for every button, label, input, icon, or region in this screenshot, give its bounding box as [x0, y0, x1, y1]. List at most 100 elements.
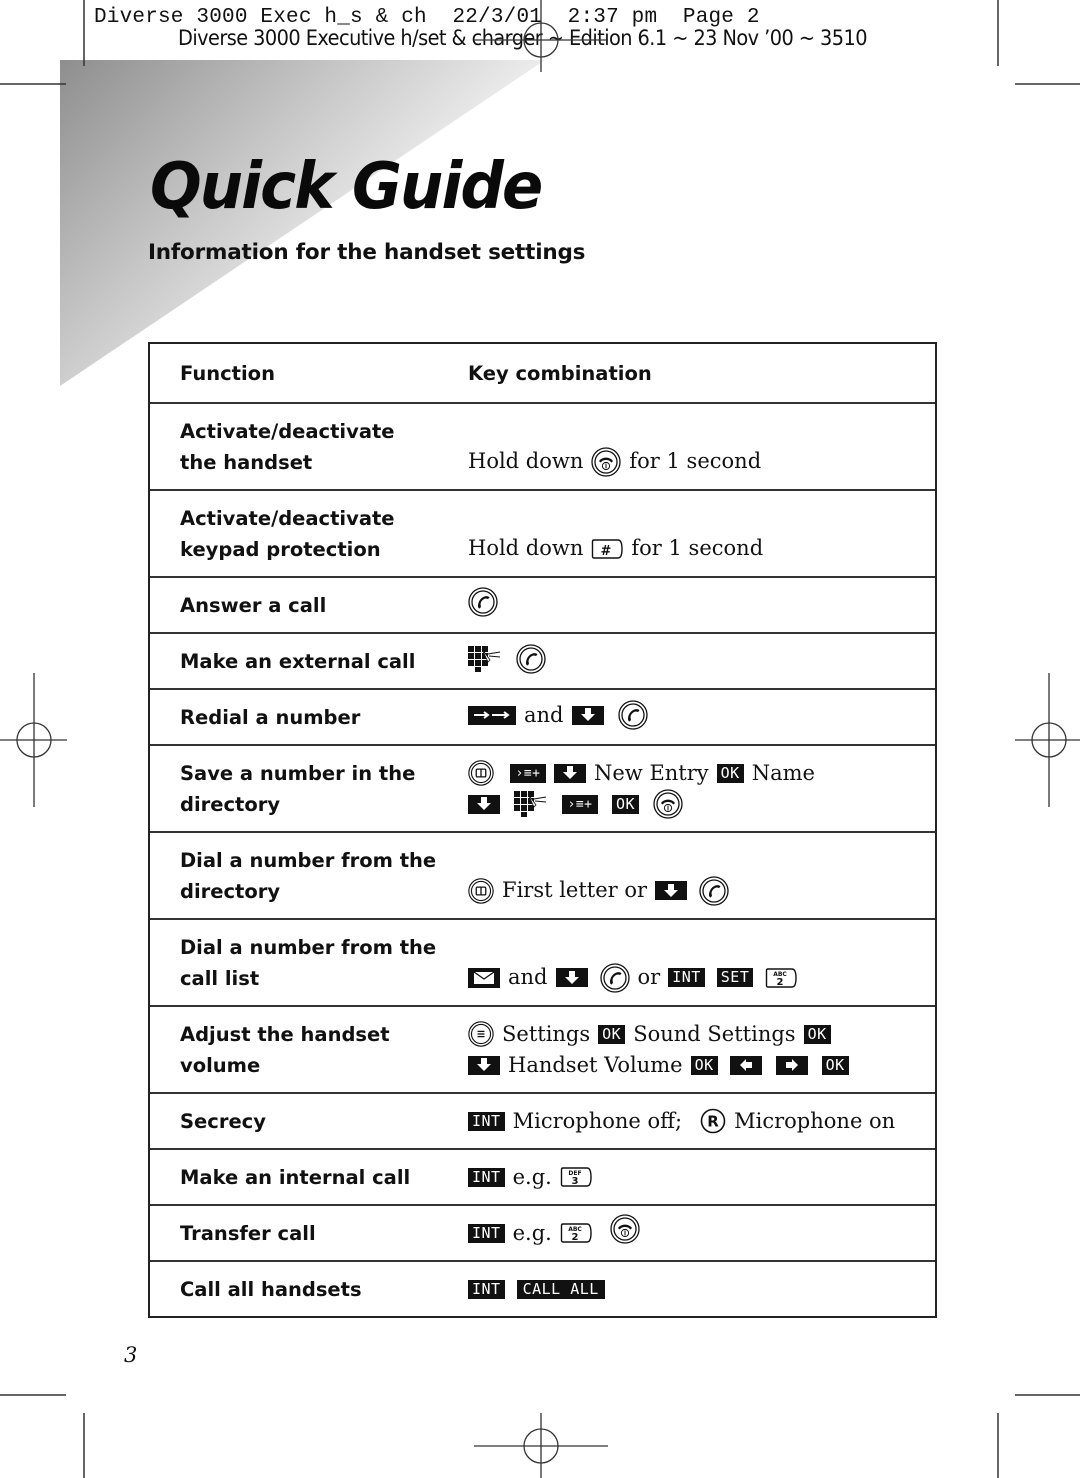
- left-arrow-softkey-icon: [729, 1055, 762, 1075]
- down-arrow-softkey-icon: [555, 968, 588, 987]
- directory-button-icon: [468, 760, 494, 786]
- down-arrow-softkey-icon: [468, 1055, 500, 1075]
- function-label: volume: [180, 1053, 261, 1077]
- key-2-icon: ABC 2: [560, 1222, 592, 1243]
- svg-text:3: 3: [571, 1176, 578, 1187]
- key-text: for 1 second: [631, 536, 764, 560]
- set-softkey-icon: SET: [716, 968, 754, 987]
- end-call-button-icon: [653, 789, 683, 819]
- end-call-button-icon: [610, 1214, 640, 1244]
- call-button-icon: [468, 587, 498, 617]
- redial-softkey-icon: [468, 705, 516, 725]
- function-label: Dial a number from the: [180, 935, 437, 959]
- function-label: Secrecy: [180, 1109, 266, 1133]
- down-arrow-softkey-icon: [571, 705, 604, 725]
- table-row: Dial a number from the call list and or …: [150, 918, 935, 1005]
- ok-softkey-icon: OK: [716, 763, 744, 783]
- hash-key-icon: #: [591, 538, 623, 559]
- ok-softkey-icon: OK: [821, 1055, 849, 1075]
- table-row: Call all handsets INT CALL ALL: [150, 1260, 935, 1316]
- call-button-icon: [516, 644, 546, 674]
- ok-softkey-icon: OK: [598, 1024, 626, 1044]
- key-text: Microphone on: [734, 1108, 896, 1133]
- key-text: or: [637, 965, 661, 989]
- registration-mark-right: [1015, 673, 1080, 807]
- svg-text:R: R: [707, 1113, 719, 1131]
- key-text: Sound Settings: [633, 1021, 796, 1046]
- ok-softkey-icon: OK: [612, 794, 640, 814]
- int-softkey-icon: INT: [468, 1279, 505, 1299]
- registration-mark-left: [0, 673, 67, 807]
- key-text: Settings: [502, 1021, 591, 1046]
- function-label: directory: [180, 792, 281, 816]
- svg-text:2: 2: [571, 1232, 578, 1243]
- function-label: call list: [180, 966, 260, 990]
- call-all-softkey-icon: CALL ALL: [516, 1279, 605, 1299]
- key-text: First letter or: [502, 878, 648, 902]
- key-text: Handset Volume: [508, 1052, 683, 1077]
- keypad-dial-icon: [468, 646, 502, 672]
- table-row: Adjust the handset volume Settings OK So…: [150, 1005, 935, 1092]
- key-text: Hold down: [468, 536, 584, 560]
- function-label: the handset: [180, 450, 313, 474]
- svg-text:2: 2: [777, 977, 784, 988]
- table-row: Make an internal call INT e.g. DEF 3: [150, 1148, 935, 1204]
- table-row: Activate/deactivate the handset Hold dow…: [150, 402, 935, 489]
- key-text: and: [508, 965, 548, 989]
- function-label: keypad protection: [180, 537, 381, 561]
- function-label: Activate/deactivate: [180, 419, 395, 443]
- svg-text:#: #: [601, 544, 612, 559]
- add-entry-softkey-icon: ›≡+: [562, 794, 598, 814]
- recall-r-button-icon: R: [700, 1108, 726, 1134]
- page-number: 3: [124, 1343, 138, 1367]
- table-row: Secrecy INT Microphone off; R Microphone…: [150, 1092, 935, 1148]
- column-header-function: Function: [180, 361, 275, 385]
- down-arrow-softkey-icon: [468, 794, 500, 814]
- int-softkey-icon: INT: [468, 1111, 505, 1131]
- key-2-icon: ABC 2: [765, 967, 797, 988]
- key-text: Hold down: [468, 449, 584, 473]
- registration-mark-bottom: [474, 1413, 608, 1478]
- function-label: Transfer call: [180, 1221, 316, 1245]
- table-row: Answer a call: [150, 576, 935, 632]
- table-row: Activate/deactivate keypad protection Ho…: [150, 489, 935, 576]
- edition-line: Diverse 3000 Executive h/set & charger ~…: [178, 26, 868, 50]
- key-text: e.g.: [512, 1164, 552, 1189]
- right-arrow-softkey-icon: [775, 1055, 808, 1075]
- int-softkey-icon: INT: [468, 1167, 505, 1187]
- column-header-key-combination: Key combination: [468, 361, 652, 385]
- function-label: Dial a number from the: [180, 848, 437, 872]
- function-label: Adjust the handset: [180, 1022, 390, 1046]
- call-button-icon: [699, 876, 729, 906]
- call-button-icon: [600, 963, 630, 993]
- page-title: Quick Guide: [150, 150, 543, 224]
- down-arrow-softkey-icon: [554, 763, 586, 783]
- table-row: Save a number in the directory ›≡+ New E…: [150, 744, 935, 831]
- keypad-dial-icon: [514, 791, 548, 817]
- function-label: Redial a number: [180, 705, 361, 729]
- call-button-icon: [618, 700, 648, 730]
- function-label: Call all handsets: [180, 1277, 362, 1301]
- directory-button-icon: [468, 878, 494, 904]
- int-softkey-icon: INT: [468, 1223, 505, 1243]
- table-row: Transfer call INT e.g. ABC 2: [150, 1204, 935, 1260]
- key-text: Name: [751, 760, 815, 785]
- ok-softkey-icon: OK: [803, 1024, 831, 1044]
- down-arrow-softkey-icon: [655, 881, 688, 900]
- function-label: Make an internal call: [180, 1165, 411, 1189]
- page-subtitle: Information for the handset settings: [148, 240, 586, 265]
- table-header-row: Function Key combination: [150, 344, 935, 402]
- function-label: Make an external call: [180, 649, 416, 673]
- envelope-softkey-icon: [468, 967, 500, 988]
- ok-softkey-icon: OK: [690, 1055, 718, 1075]
- table-row: Redial a number and: [150, 688, 935, 744]
- table-row: Make an external call: [150, 632, 935, 688]
- quick-guide-table: Function Key combination Activate/deacti…: [148, 342, 937, 1318]
- key-text: Microphone off;: [512, 1108, 683, 1133]
- menu-button-icon: [468, 1021, 494, 1047]
- key-text: New Entry: [594, 760, 709, 785]
- table-row: Dial a number from the directory First l…: [150, 831, 935, 918]
- function-label: Save a number in the: [180, 761, 416, 785]
- key-text: e.g.: [512, 1220, 552, 1245]
- function-label: Activate/deactivate: [180, 506, 395, 530]
